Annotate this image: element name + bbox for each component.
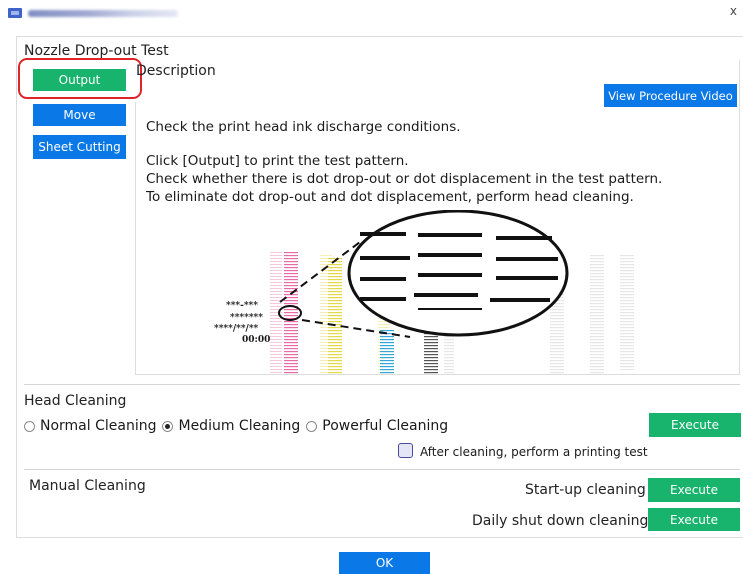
normal-cleaning-radio[interactable] <box>24 420 35 432</box>
title-bar: x <box>0 0 743 28</box>
description-border <box>135 102 136 375</box>
cleaning-options: Normal Cleaning Medium Cleaning Powerful… <box>24 418 454 434</box>
app-icon <box>8 8 22 18</box>
description-heading: Description <box>136 63 216 79</box>
print-test-checkbox[interactable] <box>398 443 413 458</box>
manual-cleaning-title: Manual Cleaning <box>29 478 146 494</box>
section-divider <box>24 469 740 470</box>
description-line: Check whether there is dot drop-out or d… <box>146 171 663 187</box>
pattern-label: 00:00 <box>242 335 271 345</box>
view-procedure-video-button[interactable]: View Procedure Video <box>604 84 737 107</box>
shutdown-cleaning-execute-button[interactable]: Execute <box>648 508 740 531</box>
description-line: To eliminate dot drop-out and dot displa… <box>146 189 634 205</box>
window-title <box>28 10 178 17</box>
test-pattern-illustration <box>270 210 634 375</box>
close-button[interactable]: x <box>730 4 737 18</box>
move-button[interactable]: Move <box>33 104 126 126</box>
head-cleaning-title: Head Cleaning <box>24 393 127 409</box>
shutdown-cleaning-label: Daily shut down cleaning <box>472 513 649 529</box>
normal-cleaning-label: Normal Cleaning <box>40 418 157 434</box>
pattern-label: ****/**/** <box>214 324 259 334</box>
output-button[interactable]: Output <box>33 69 126 91</box>
sheet-cutting-button[interactable]: Sheet Cutting <box>33 135 126 159</box>
section-divider <box>24 384 740 385</box>
description-border <box>739 60 740 375</box>
powerful-cleaning-radio[interactable] <box>306 420 318 432</box>
medium-cleaning-label: Medium Cleaning <box>178 418 301 434</box>
description-line: Click [Output] to print the test pattern… <box>146 153 409 169</box>
startup-cleaning-label: Start-up cleaning <box>525 482 646 498</box>
ok-button[interactable]: OK <box>339 552 430 574</box>
head-cleaning-execute-button[interactable]: Execute <box>649 413 741 437</box>
pattern-label: ******* <box>230 313 263 323</box>
pattern-label: ***-*** <box>226 301 258 311</box>
startup-cleaning-execute-button[interactable]: Execute <box>648 478 740 502</box>
description-line: Check the print head ink discharge condi… <box>146 119 461 135</box>
medium-cleaning-radio[interactable] <box>162 420 174 432</box>
print-test-label: After cleaning, perform a printing test <box>420 445 648 459</box>
nozzle-test-title: Nozzle Drop-out Test <box>24 43 169 59</box>
powerful-cleaning-label: Powerful Cleaning <box>322 418 449 434</box>
